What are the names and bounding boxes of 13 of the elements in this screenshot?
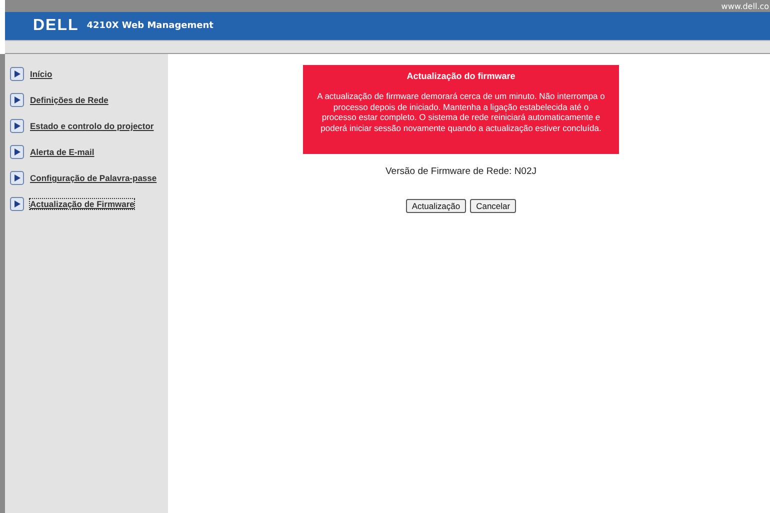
- logo: DELL: [33, 17, 79, 35]
- sidebar-link[interactable]: Alerta de E-mail: [30, 147, 94, 157]
- header-title: 4210X Web Management: [86, 21, 214, 31]
- sidebar-link[interactable]: Início: [30, 69, 52, 79]
- sidebar-link[interactable]: Estado e controlo do projector: [30, 121, 154, 131]
- sidebar-link[interactable]: Configuração de Palavra-passe: [30, 173, 157, 183]
- sidebar-link[interactable]: Actualização de Firmware: [30, 199, 134, 209]
- warning-text: A actualização de firmware demorará cerca de um minuto. Não interrompa o processo depois de iniciado. Mantenha a ligação estabelecida até o processo estar completo. O sistema de rede reiniciará automaticamente e poderá iniciar sessão novamente quando a actualização estiver concluída.: [317, 91, 605, 133]
- update-button[interactable]: Actualização: [406, 199, 466, 213]
- cancel-button[interactable]: Cancelar: [470, 199, 516, 213]
- sidebar-link[interactable]: Definições de Rede: [30, 95, 108, 105]
- firmware-version: Versão de Firmware de Rede: N02J: [385, 166, 537, 177]
- warning-title: Actualização do firmware: [406, 71, 516, 81]
